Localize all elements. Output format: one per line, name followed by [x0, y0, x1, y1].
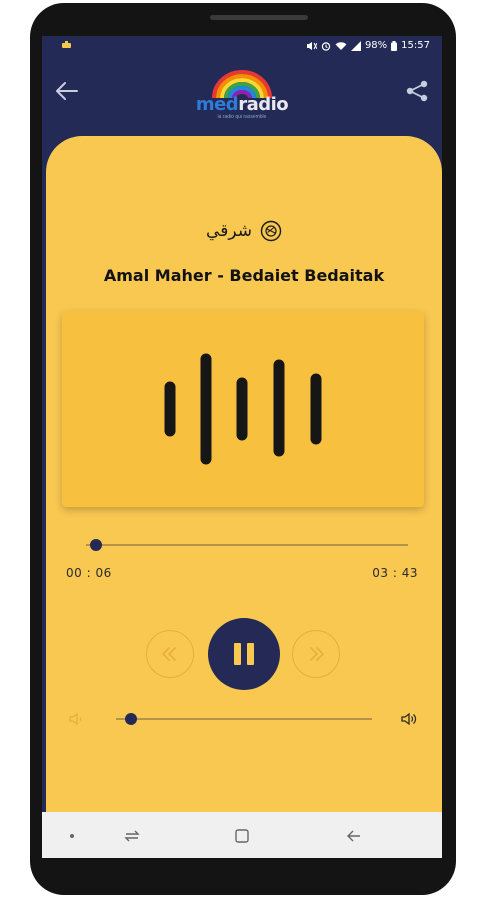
wifi-icon [335, 41, 347, 51]
app-bar: medradio la radio qui rassemble [42, 58, 442, 138]
previous-button[interactable] [146, 630, 194, 678]
alarm-icon [321, 41, 331, 51]
volume-up-icon[interactable] [400, 710, 418, 728]
pause-icon [234, 643, 254, 665]
logo-tagline: la radio qui rassemble [217, 114, 267, 120]
next-button[interactable] [292, 630, 340, 678]
status-icons: 98% 15:57 [306, 40, 430, 51]
mute-icon [306, 41, 317, 51]
clock: 15:57 [401, 40, 430, 51]
genre-row: شرقي [46, 220, 442, 242]
total-duration: 03 : 43 [372, 566, 418, 580]
logo-radio: radio [238, 94, 289, 115]
arrow-left-icon [56, 82, 78, 100]
player-card: شرقي Amal Maher - Bedaiet Bedaitak 00 : … [46, 136, 442, 816]
phone-speaker [210, 15, 308, 20]
home-icon[interactable] [232, 826, 252, 846]
volume-thumb[interactable] [125, 713, 138, 725]
recent-apps-icon[interactable] [122, 826, 142, 846]
sound-wave-icon [164, 353, 322, 465]
share-icon [406, 80, 428, 102]
volume-down-icon[interactable] [68, 710, 86, 728]
track-title: Amal Maher - Bedaiet Bedaitak [103, 266, 385, 285]
genre-label: شرقي [206, 221, 252, 241]
app-screen: 98% 15:57 medradio la radio qui rassembl… [42, 36, 442, 858]
medradio-logo: medradio la radio qui rassemble [192, 66, 292, 122]
notification-icon [62, 41, 72, 49]
battery-icon [391, 40, 398, 51]
progress-thumb[interactable] [89, 539, 102, 551]
pause-button[interactable] [208, 618, 280, 690]
volume-track[interactable] [116, 718, 372, 720]
dot-icon[interactable] [62, 826, 82, 846]
fast-forward-icon [310, 647, 325, 661]
rewind-icon [161, 647, 176, 661]
battery-text: 98% [364, 40, 388, 51]
elapsed-time: 00 : 06 [66, 566, 112, 580]
status-bar: 98% 15:57 [42, 36, 442, 58]
system-nav-bar [42, 812, 442, 858]
progress-track[interactable] [86, 544, 408, 546]
back-icon[interactable] [344, 826, 364, 846]
logo-wordmark: medradio [192, 94, 292, 115]
disc-icon [260, 220, 282, 242]
back-button[interactable] [52, 76, 82, 106]
share-button[interactable] [402, 76, 432, 106]
artwork [62, 311, 424, 507]
signal-icon [350, 40, 361, 51]
logo-med: med [195, 94, 239, 115]
